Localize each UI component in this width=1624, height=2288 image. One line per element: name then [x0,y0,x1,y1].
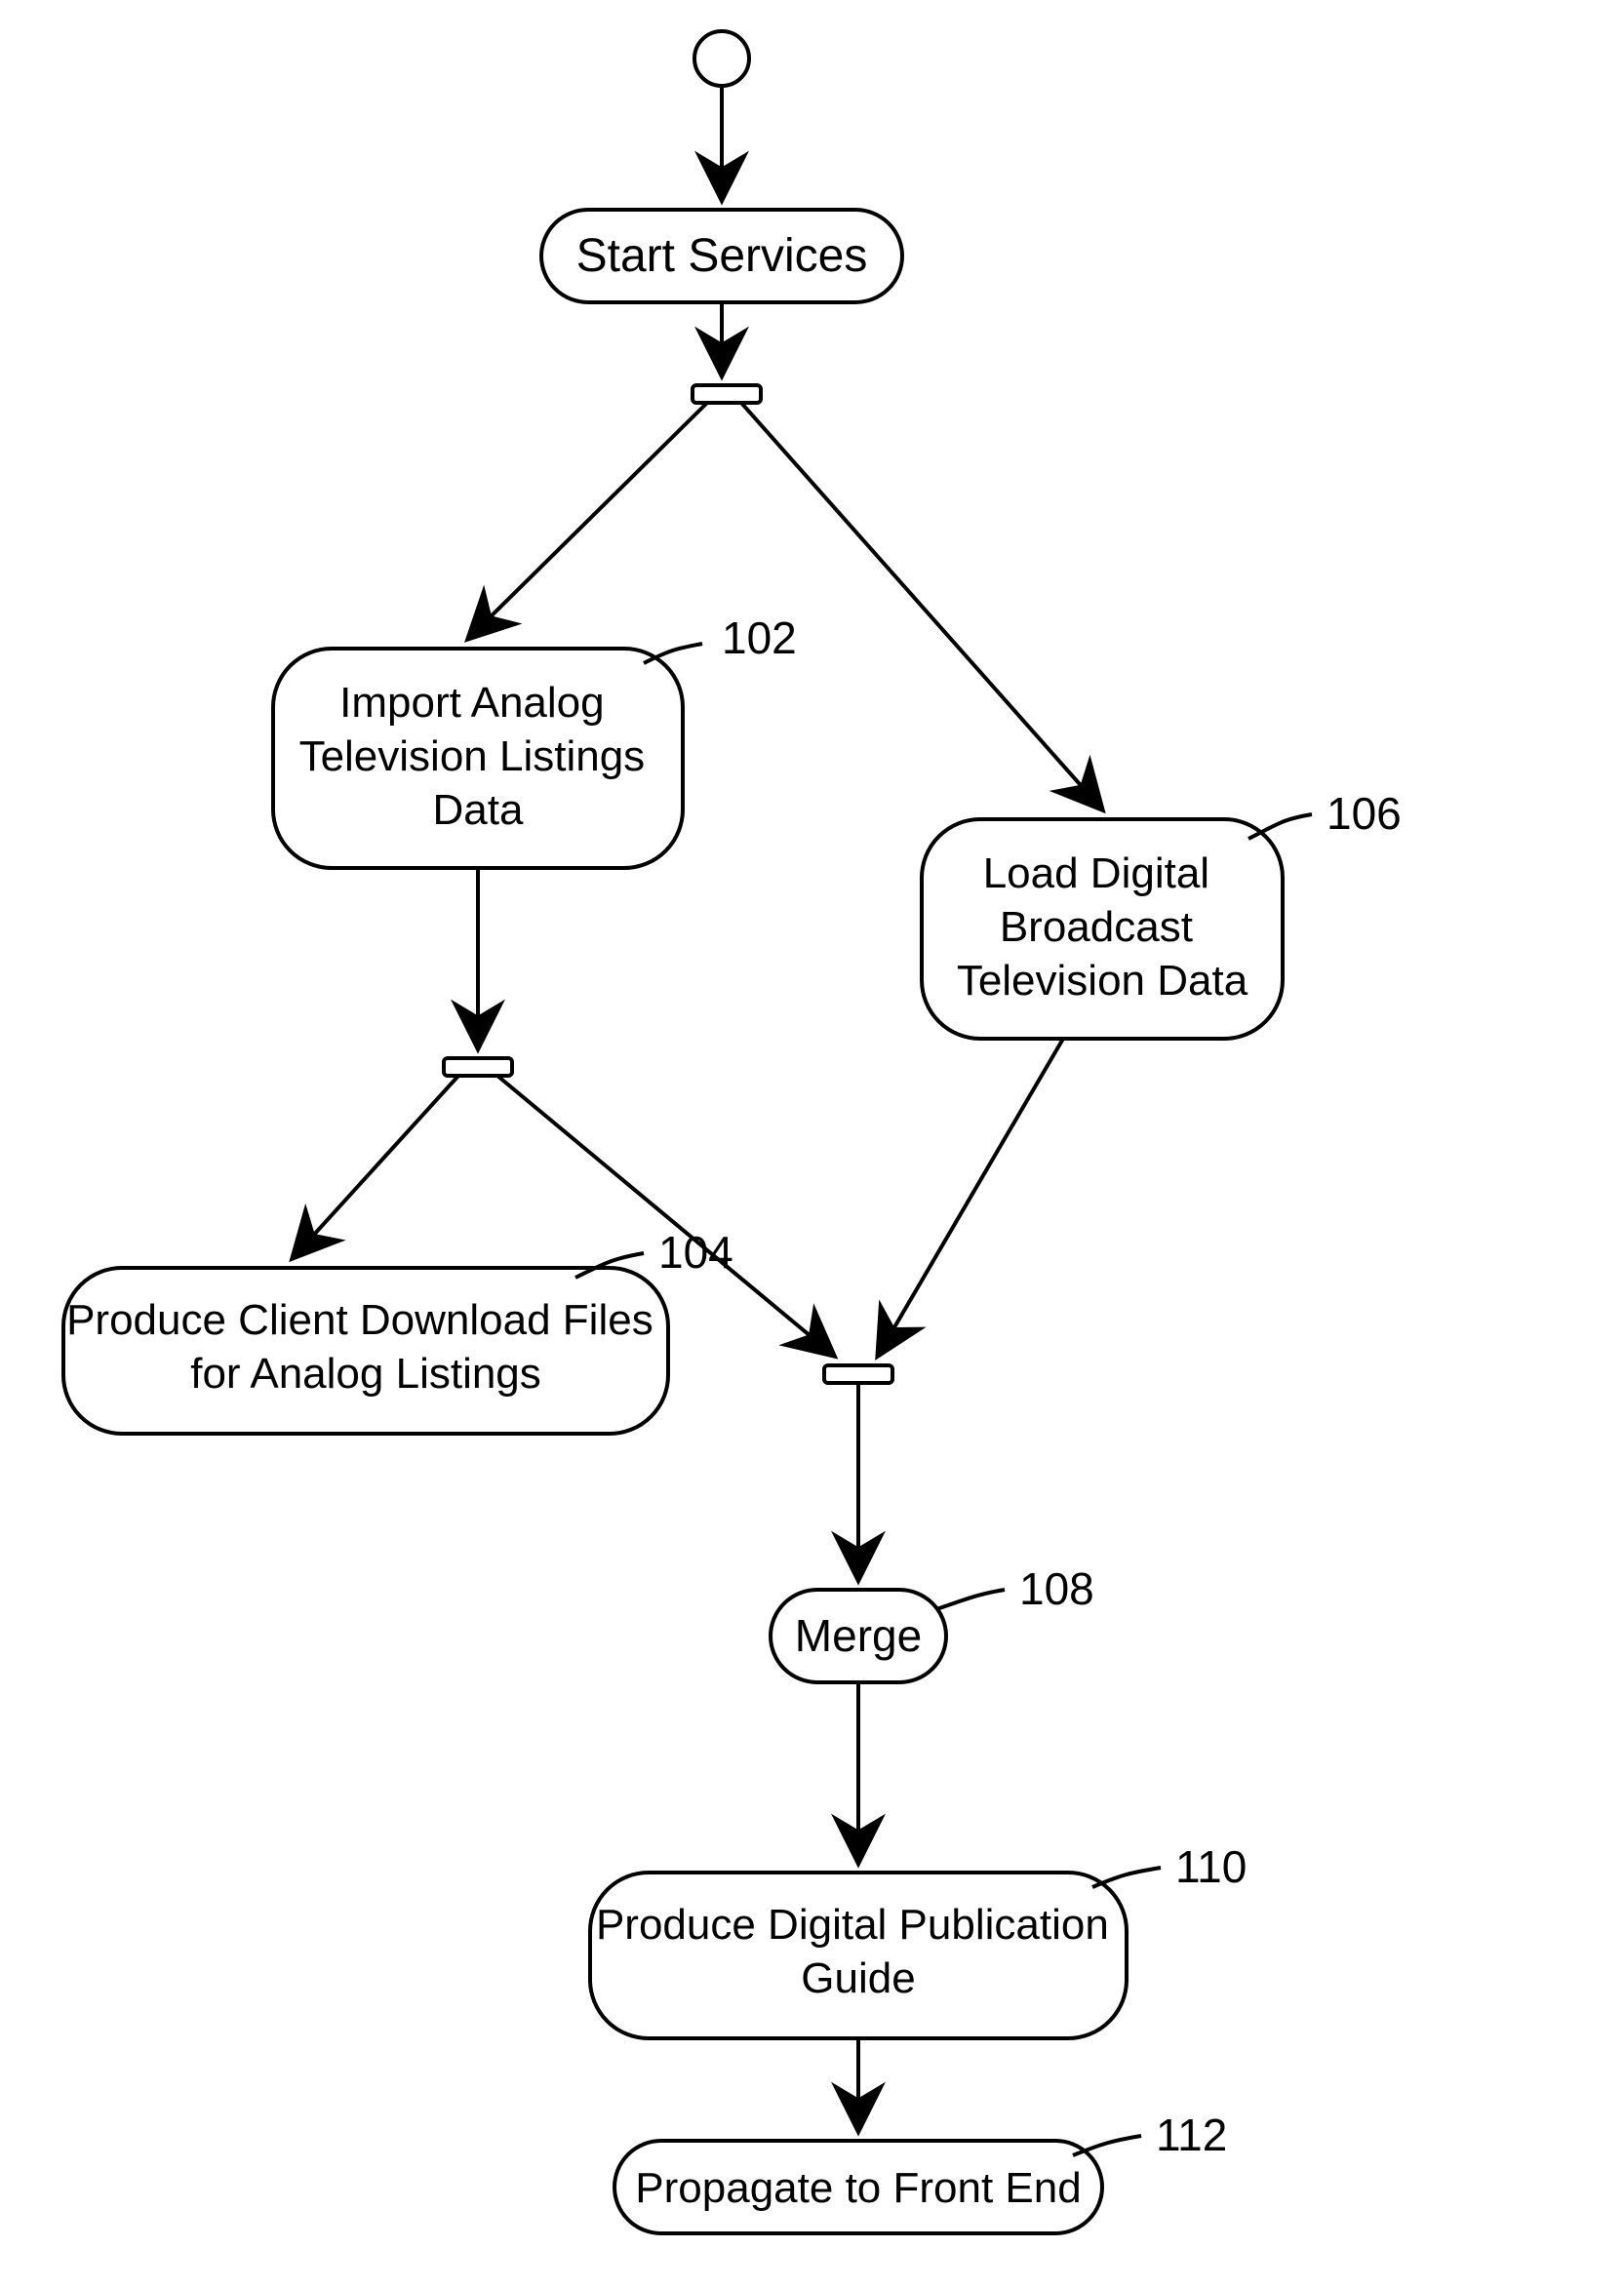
fork-bar-2 [444,1058,512,1076]
node-108-ref: 108 [1019,1563,1094,1614]
flowchart: Start Services Import Analog Television … [0,0,1624,2288]
node-106-ref: 106 [1327,788,1402,839]
node-102-label-l3: Data [433,786,524,834]
node-start-label: Start Services [576,230,868,282]
node-110-label-l2: Guide [801,1954,915,2002]
node-104-label-l2: for Analog Listings [190,1350,541,1398]
node-102-label-l1: Import Analog [339,679,605,727]
fork-bar-1 [693,385,761,403]
node-110-label-l1: Produce Digital Publication [596,1901,1109,1949]
node-104-ref: 104 [658,1227,733,1278]
node-112-ref: 112 [1156,2110,1227,2160]
node-106-label-l3: Television Data [957,957,1248,1005]
node-106-label-l2: Broadcast [1000,903,1193,951]
initial-node [694,31,749,86]
node-102-ref: 102 [722,612,797,663]
node-106-label-l1: Load Digital [983,849,1209,897]
svg-text:Load Digital Broadcast: Load Digital Broadcast Television Data [957,849,1248,1005]
node-112-label: Propagate to Front End [635,2164,1081,2212]
node-102-label-l2: Television Listings [299,732,646,780]
node-110-ref: 110 [1175,1841,1247,1892]
node-108-label: Merge [795,1610,922,1661]
join-bar-1 [824,1365,892,1383]
node-104-label-l1: Produce Client Download Files [66,1296,654,1344]
